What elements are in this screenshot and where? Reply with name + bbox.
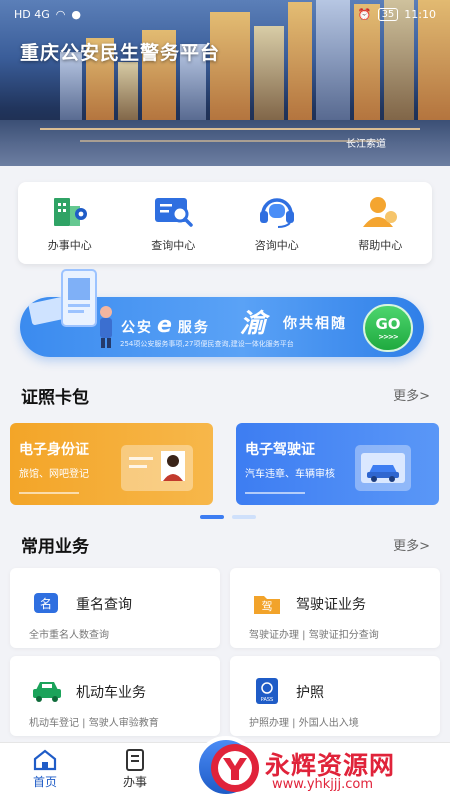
battery-indicator: 35 bbox=[377, 7, 399, 21]
quick-item-label: 帮助中心 bbox=[358, 238, 403, 252]
go-arrows: >>>> bbox=[378, 333, 398, 341]
e-letter-icon: e bbox=[157, 313, 174, 338]
service-desc: 驾驶证办理 | 驾驶证扣分查询 bbox=[249, 630, 379, 641]
service-name: 机动车业务 bbox=[76, 685, 146, 701]
banner-subtext: 254项公安服务事项,27项便民查询,建设一体化服务平台 bbox=[120, 340, 294, 348]
status-bar: HD 4G ◠ ● ⏰ 35 11:10 bbox=[0, 0, 450, 28]
service-more-link[interactable]: 更多> bbox=[393, 535, 430, 554]
service-item-passport[interactable]: PASS 护照 护照办理 | 外国人出入境 bbox=[230, 656, 440, 736]
driver-license-item[interactable]: 电子驾驶证 汽车违章、车辆审核 bbox=[236, 423, 439, 505]
helper-user-icon bbox=[363, 196, 398, 227]
license-folder-icon: 驾 bbox=[250, 590, 284, 616]
search-card-icon bbox=[155, 197, 193, 227]
quick-item-search[interactable]: 查询中心 bbox=[128, 194, 218, 253]
watermark-url: www.yhkjjj.com bbox=[272, 777, 374, 792]
carousel-indicator bbox=[200, 515, 256, 519]
car-icon bbox=[30, 678, 64, 704]
id-card-item[interactable]: 电子身份证 旅馆、网吧登记 bbox=[10, 423, 213, 505]
notification-icon: ● bbox=[71, 7, 81, 21]
quick-item-consult[interactable]: 咨询中心 bbox=[232, 194, 322, 253]
svg-text:名: 名 bbox=[40, 596, 52, 611]
office-building-icon bbox=[53, 197, 87, 226]
service-section-title: 常用业务 bbox=[21, 537, 89, 557]
tab-label: 首页 bbox=[32, 775, 57, 789]
quick-item-label: 咨询中心 bbox=[254, 238, 299, 252]
banner-yu-glyph: 渝 bbox=[240, 309, 267, 339]
banner-text-right: 你共相随 bbox=[283, 316, 347, 332]
hero-caption: 长江索道 bbox=[346, 139, 386, 150]
svg-text:驾: 驾 bbox=[262, 600, 273, 613]
phone-illustration-icon bbox=[28, 269, 112, 348]
service-desc: 全市重名人数查询 bbox=[29, 630, 109, 641]
tab-home[interactable]: 首页 bbox=[15, 749, 75, 790]
passport-icon: PASS bbox=[250, 678, 284, 704]
tab-affairs[interactable]: 办事 bbox=[105, 749, 165, 790]
quick-item-label: 查询中心 bbox=[151, 238, 196, 252]
service-item-driver[interactable]: 驾 驾驶证业务 驾驶证办理 | 驾驶证扣分查询 bbox=[230, 568, 440, 648]
headset-icon bbox=[259, 197, 294, 228]
service-hub-icon bbox=[213, 754, 239, 780]
car-license-icon bbox=[355, 445, 411, 491]
name-tag-icon: 名 bbox=[30, 590, 64, 616]
license-more-link[interactable]: 更多> bbox=[393, 385, 430, 404]
document-icon bbox=[126, 749, 144, 771]
go-label: GO bbox=[375, 315, 401, 333]
banner-text-left: 公安 e 服务 bbox=[121, 313, 210, 338]
home-icon bbox=[33, 749, 57, 771]
quick-item-office[interactable]: 办事中心 bbox=[25, 194, 115, 253]
service-item-name-query[interactable]: 名 重名查询 全市重名人数查询 bbox=[10, 568, 220, 648]
quick-item-label: 办事中心 bbox=[47, 238, 92, 252]
alarm-icon: ⏰ bbox=[357, 7, 372, 21]
service-desc: 护照办理 | 外国人出入境 bbox=[249, 718, 359, 729]
network-indicator: HD 4G bbox=[14, 7, 50, 21]
go-button[interactable]: GO >>>> bbox=[363, 304, 413, 352]
id-card-icon bbox=[121, 445, 193, 491]
service-name: 重名查询 bbox=[76, 597, 132, 613]
quick-menu: 办事中心 查询中心 咨询中心 帮助中心 bbox=[18, 182, 432, 264]
wifi-icon: ◠ bbox=[55, 7, 66, 21]
service-item-vehicle[interactable]: 机动车业务 机动车登记 | 驾驶人审验教育 bbox=[10, 656, 220, 736]
status-time: 11:10 bbox=[404, 7, 436, 21]
tab-label: 办事 bbox=[122, 775, 147, 789]
center-action-button[interactable] bbox=[195, 736, 257, 798]
quick-item-help[interactable]: 帮助中心 bbox=[335, 194, 425, 253]
svg-text:PASS: PASS bbox=[261, 697, 273, 703]
service-name: 驾驶证业务 bbox=[296, 597, 366, 613]
page-title: 重庆公安民生警务平台 bbox=[20, 42, 221, 64]
license-section-title: 证照卡包 bbox=[21, 388, 89, 408]
service-name: 护照 bbox=[296, 685, 324, 701]
carousel-dot[interactable] bbox=[232, 515, 256, 519]
service-desc: 机动车登记 | 驾驶人审验教育 bbox=[29, 718, 159, 729]
carousel-dot[interactable] bbox=[200, 515, 224, 519]
